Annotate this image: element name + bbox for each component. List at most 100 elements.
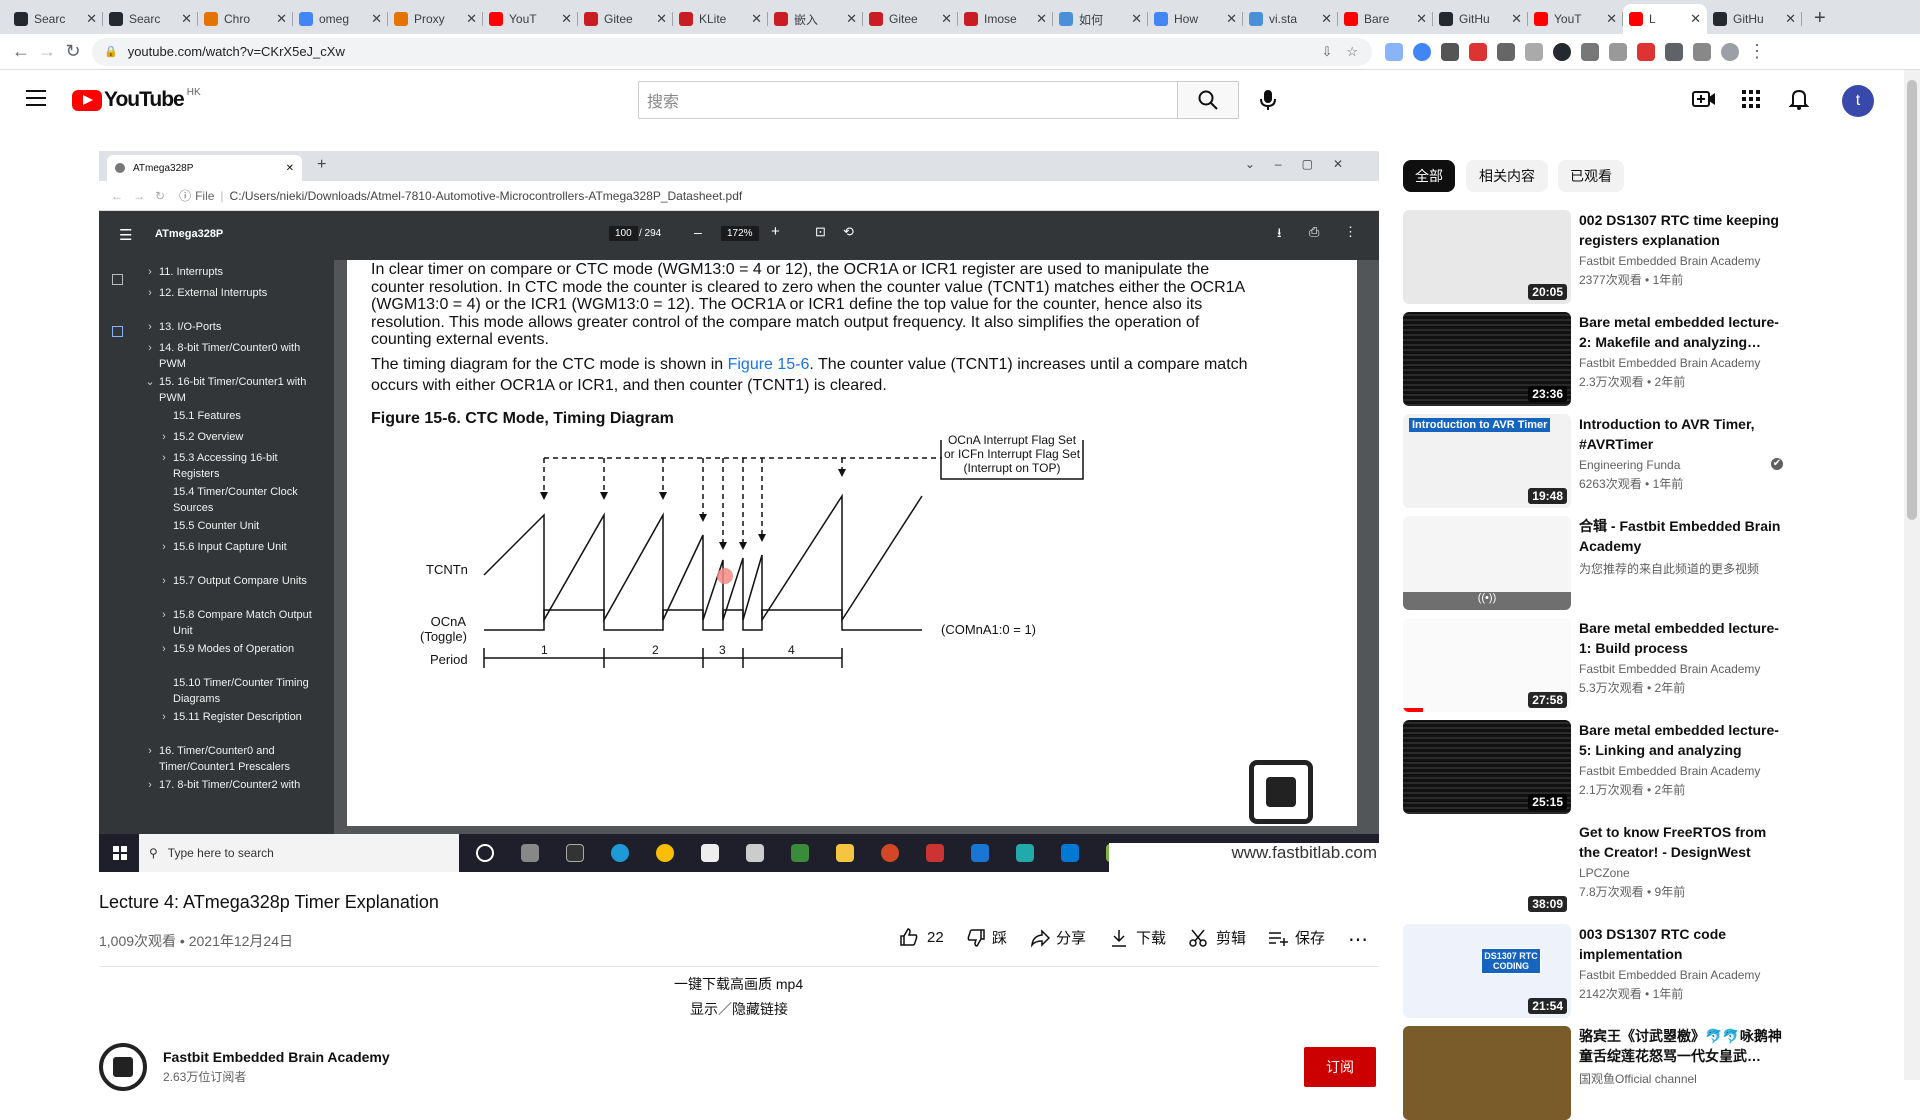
browser-tab[interactable]: Proxy ✕ bbox=[388, 4, 483, 34]
extension-icon[interactable] bbox=[1469, 42, 1487, 61]
save-button[interactable]: 保存 bbox=[1267, 927, 1325, 948]
close-icon[interactable]: ✕ bbox=[1321, 11, 1332, 27]
browser-tab[interactable]: L ✕ bbox=[1623, 4, 1707, 34]
browser-tab[interactable]: Chro ✕ bbox=[198, 4, 293, 34]
extension-icon[interactable] bbox=[1609, 42, 1627, 61]
browser-tab[interactable]: 嵌入 ✕ bbox=[768, 4, 863, 34]
browser-tab[interactable]: YouT ✕ bbox=[483, 4, 578, 34]
video-thumbnail[interactable]: Introduction to AVR Timer 19:48 bbox=[1403, 414, 1571, 508]
create-video-button[interactable] bbox=[1692, 89, 1716, 114]
browser-tab[interactable]: Gitee ✕ bbox=[578, 4, 673, 34]
browser-tab[interactable]: How ✕ bbox=[1148, 4, 1243, 34]
profile-icon[interactable] bbox=[1721, 42, 1739, 61]
github-icon[interactable] bbox=[1553, 42, 1571, 61]
install-icon[interactable]: ⇩ bbox=[1321, 44, 1332, 60]
video-thumbnail[interactable]: 20:05 bbox=[1403, 210, 1571, 304]
subscribe-button[interactable]: 订阅 bbox=[1304, 1047, 1376, 1087]
close-icon[interactable]: ✕ bbox=[656, 11, 667, 27]
like-button[interactable]: 22 bbox=[899, 927, 944, 947]
browser-tab[interactable]: GitHu ✕ bbox=[1433, 4, 1528, 34]
youtube-logo[interactable]: YouTube HK bbox=[72, 87, 201, 112]
recommended-video[interactable]: 38:09 Get to know FreeRTOS from the Creat… bbox=[1403, 822, 1823, 916]
recommended-video-title[interactable]: Bare metal embedded lecture-2: Makefile … bbox=[1579, 312, 1784, 352]
video-thumbnail[interactable]: 23:36 bbox=[1403, 312, 1571, 406]
share-button[interactable]: 分享 bbox=[1030, 927, 1086, 948]
voice-search-button[interactable] bbox=[1249, 81, 1287, 119]
close-icon[interactable]: ✕ bbox=[846, 11, 857, 27]
extension-icon[interactable] bbox=[1637, 42, 1655, 61]
close-icon[interactable]: ✕ bbox=[1785, 11, 1796, 27]
search-input[interactable]: 搜索 bbox=[638, 81, 1178, 119]
close-icon[interactable]: ✕ bbox=[181, 11, 192, 27]
recommended-video[interactable]: DS1307 RTC CODING 21:54 003 DS1307 RTC cod… bbox=[1403, 924, 1823, 1018]
page-scrollbar[interactable] bbox=[1904, 70, 1920, 1080]
recommended-video-title[interactable]: 002 DS1307 RTC time keeping registers ex… bbox=[1579, 210, 1784, 250]
video-thumbnail[interactable]: DS1307 RTC CODING 21:54 bbox=[1403, 924, 1571, 1018]
recommended-video-title[interactable]: Bare metal embedded lecture-1: Build pro… bbox=[1579, 618, 1784, 658]
download-button[interactable]: 下载 bbox=[1110, 927, 1166, 948]
recommended-video[interactable]: Introduction to AVR Timer 19:48 Introducti… bbox=[1403, 414, 1823, 508]
apps-grid-button[interactable] bbox=[1742, 90, 1760, 113]
browser-tab[interactable]: Searc ✕ bbox=[103, 4, 198, 34]
browser-tab[interactable]: Searc ✕ bbox=[8, 4, 103, 34]
avatar[interactable]: t bbox=[1842, 85, 1874, 117]
close-icon[interactable]: ✕ bbox=[1131, 11, 1142, 27]
close-icon[interactable]: ✕ bbox=[86, 11, 97, 27]
close-icon[interactable]: ✕ bbox=[1606, 11, 1617, 27]
browser-tab[interactable]: Bare ✕ bbox=[1338, 4, 1433, 34]
recommended-video[interactable]: 骆宾王《讨武曌檄》🐬🐬咏鹅神童舌绽莲花怒骂一代女皇武… 国观鱼Official c… bbox=[1403, 1026, 1823, 1120]
back-icon[interactable]: ← bbox=[8, 41, 34, 62]
channel-name[interactable]: Fastbit Embedded Brain Academy bbox=[163, 1049, 390, 1065]
recommended-video-title[interactable]: Introduction to AVR Timer, #AVRTimer bbox=[1579, 414, 1784, 454]
video-thumbnail[interactable]: ((•)) bbox=[1403, 516, 1571, 610]
recommended-video-title[interactable]: Get to know FreeRTOS from the Creator! -… bbox=[1579, 822, 1784, 862]
extension-icon[interactable] bbox=[1581, 42, 1599, 61]
chip-watched[interactable]: 已观看 bbox=[1558, 160, 1624, 192]
recommended-video-title[interactable]: Bare metal embedded lecture-5: Linking a… bbox=[1579, 720, 1784, 760]
recommended-video[interactable]: ((•)) 合辑 - Fastbit Embedded Brain Academy… bbox=[1403, 516, 1823, 610]
chip-all[interactable]: 全部 bbox=[1403, 160, 1455, 192]
description-toggle-link[interactable]: 显示／隐藏链接 bbox=[690, 999, 788, 1019]
video-thumbnail[interactable]: 25:15 bbox=[1403, 720, 1571, 814]
bookmark-star-icon[interactable]: ☆ bbox=[1346, 44, 1358, 60]
extension-icon[interactable] bbox=[1497, 42, 1515, 61]
close-icon[interactable]: ✕ bbox=[371, 11, 382, 27]
video-thumbnail[interactable] bbox=[1403, 1026, 1571, 1120]
browser-tab[interactable]: GitHu ✕ bbox=[1707, 4, 1802, 34]
extension-icon[interactable] bbox=[1441, 42, 1459, 61]
close-icon[interactable]: ✕ bbox=[1511, 11, 1522, 27]
video-thumbnail[interactable]: 27:58 bbox=[1403, 618, 1571, 712]
browser-tab[interactable]: omeg ✕ bbox=[293, 4, 388, 34]
close-icon[interactable]: ✕ bbox=[941, 11, 952, 27]
extension-icon[interactable] bbox=[1385, 42, 1403, 61]
close-icon[interactable]: ✕ bbox=[1036, 11, 1047, 27]
new-tab-icon[interactable]: + bbox=[1814, 7, 1826, 30]
recommended-video[interactable]: 23:36 Bare metal embedded lecture-2: Make… bbox=[1403, 312, 1823, 406]
close-icon[interactable]: ✕ bbox=[561, 11, 572, 27]
notifications-button[interactable] bbox=[1788, 88, 1810, 115]
close-icon[interactable]: ✕ bbox=[751, 11, 762, 27]
browser-tab[interactable]: 如何 ✕ bbox=[1053, 4, 1148, 34]
search-button[interactable] bbox=[1177, 81, 1239, 119]
browser-tab[interactable]: vi.sta ✕ bbox=[1243, 4, 1338, 34]
reading-list-icon[interactable] bbox=[1693, 42, 1711, 61]
forward-icon[interactable]: → bbox=[34, 41, 60, 62]
hamburger-menu-icon[interactable] bbox=[26, 90, 46, 106]
menu-dots-icon[interactable]: ⋮ bbox=[1744, 41, 1770, 62]
close-icon[interactable]: ✕ bbox=[466, 11, 477, 27]
browser-tab[interactable]: Gitee ✕ bbox=[863, 4, 958, 34]
recommended-video[interactable]: 20:05 002 DS1307 RTC time keeping registe… bbox=[1403, 210, 1823, 304]
browser-tab[interactable]: Imose ✕ bbox=[958, 4, 1053, 34]
browser-tab[interactable]: KLite ✕ bbox=[673, 4, 768, 34]
dislike-button[interactable]: 踩 bbox=[966, 927, 1007, 948]
extension-icon[interactable] bbox=[1413, 42, 1431, 61]
close-icon[interactable]: ✕ bbox=[1690, 11, 1701, 27]
recommended-video[interactable]: 27:58 Bare metal embedded lecture-1: Buil… bbox=[1403, 618, 1823, 712]
chip-related[interactable]: 相关内容 bbox=[1466, 160, 1548, 192]
recommended-video-title[interactable]: 骆宾王《讨武曌檄》🐬🐬咏鹅神童舌绽莲花怒骂一代女皇武… bbox=[1579, 1026, 1784, 1066]
address-bar[interactable]: 🔒 youtube.com/watch?v=CKrX5eJ_cXw ⇩ ☆ bbox=[92, 37, 1372, 66]
video-player[interactable]: ATmega328P ✕ + ⌄–▢✕ ←→↻ ⓘ File | C:/User… bbox=[99, 151, 1379, 872]
recommended-video-title[interactable]: 合辑 - Fastbit Embedded Brain Academy bbox=[1579, 516, 1784, 556]
video-thumbnail[interactable]: 38:09 bbox=[1403, 822, 1571, 916]
reload-icon[interactable]: ↻ bbox=[60, 41, 86, 62]
